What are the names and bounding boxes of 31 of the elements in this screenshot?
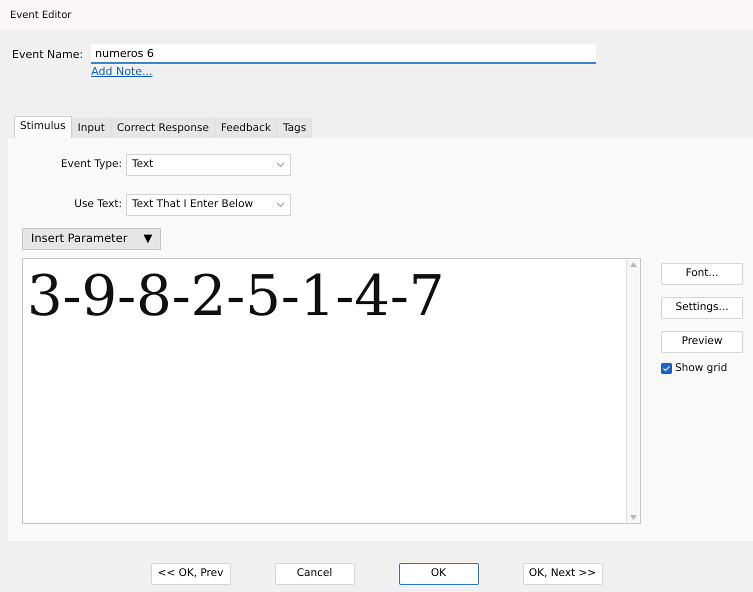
dropdown[interactable]: Text That I Enter Below [126,194,291,216]
footer-button[interactable]: OK [398,563,478,586]
scroll-down-icon[interactable] [630,514,637,520]
tab[interactable]: Tags [276,118,312,138]
caret-icon: ▼ [143,230,152,248]
footer-button[interactable]: << OK, Prev [150,563,230,586]
footer-button[interactable]: Cancel [274,563,354,586]
window-title: Event Editor [0,0,753,30]
tab[interactable]: Stimulus [14,116,72,138]
scrollbar[interactable] [626,258,640,522]
dropdown[interactable]: Text [126,154,291,176]
text-area[interactable]: 3-9-8-2-5-1-4-7 [22,258,641,524]
scroll-up-icon[interactable] [630,262,637,266]
chevron-icon [276,162,285,168]
tab[interactable]: Feedback [214,118,277,138]
footer-button[interactable]: OK, Next >> [522,563,602,586]
chevron-icon [276,202,285,208]
event-name-field[interactable]: numeros 6 [91,44,596,64]
field-label: Event Type: [60,157,123,172]
side-button[interactable]: Font... [661,263,743,285]
stimulus-text: 3-9-8-2-5-1-4-7 [26,262,446,330]
side-button[interactable]: Settings... [661,297,743,319]
side-button[interactable]: Preview [661,331,743,353]
tab[interactable]: Correct Response [110,118,215,138]
tab[interactable]: Input [72,118,111,138]
add-note-link[interactable]: Add Note... [91,64,152,80]
checkbox-label: Show grid [675,361,728,376]
field-label: Use Text: [73,197,123,212]
field-label: Event Name: [12,46,84,63]
checkbox[interactable] [661,363,672,374]
insert-parameter-button[interactable]: Insert Parameter ▼ [22,228,162,250]
